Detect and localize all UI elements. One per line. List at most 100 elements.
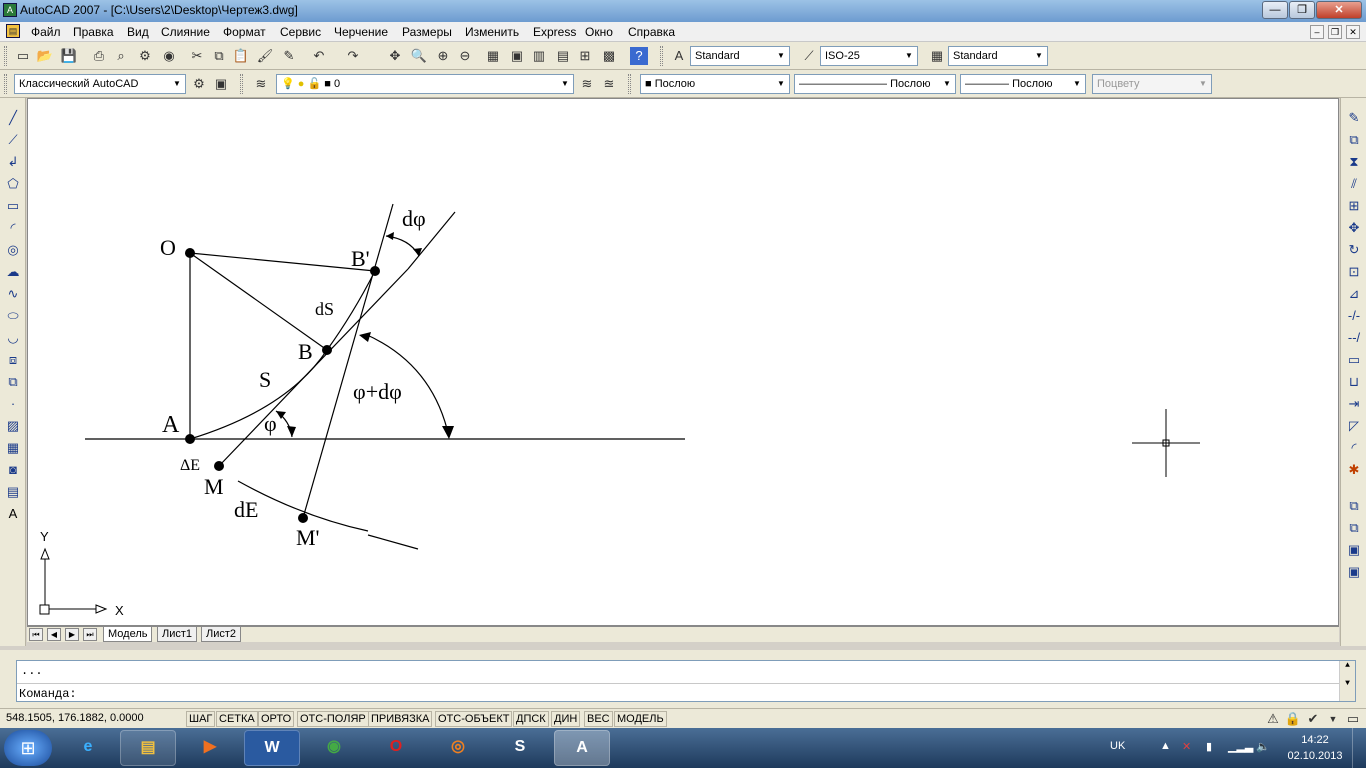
break-icon[interactable]: ⊔ xyxy=(1344,372,1364,392)
restore-button[interactable]: ❐ xyxy=(1289,1,1315,19)
last-tab-icon[interactable]: ⏭ xyxy=(83,628,97,641)
make-current-layer-icon[interactable]: ≋ xyxy=(578,75,596,93)
draworder-above-icon[interactable]: ▣ xyxy=(1344,540,1364,560)
redo-icon[interactable]: ↷ xyxy=(344,47,362,65)
volume-icon[interactable]: 🔈 xyxy=(1256,740,1270,753)
rectangle-icon[interactable]: ▭ xyxy=(3,196,23,216)
close-button[interactable]: ✕ xyxy=(1316,1,1362,19)
show-desktop-button[interactable] xyxy=(1352,728,1366,768)
media-taskbar-icon[interactable]: ▶ xyxy=(182,730,238,766)
match-properties-icon[interactable]: 🖌 xyxy=(256,47,274,65)
design-center-icon[interactable]: ▣ xyxy=(508,47,526,65)
point-icon[interactable]: · xyxy=(3,394,23,414)
chrome-taskbar-icon[interactable]: ◉ xyxy=(306,730,362,766)
doc-close-button[interactable]: ✕ xyxy=(1346,25,1360,39)
mirror-icon[interactable]: ⧗ xyxy=(1344,152,1364,172)
firefox-taskbar-icon[interactable]: ◎ xyxy=(430,730,486,766)
rotate-icon[interactable]: ↻ xyxy=(1344,240,1364,260)
tab-model[interactable]: Модель xyxy=(103,627,153,642)
multiline-text-icon[interactable]: A xyxy=(3,504,23,524)
layer-select[interactable]: 💡 ● 🔓 ■ 0 ▼ xyxy=(276,74,574,94)
osnap-toggle[interactable]: ПРИВЯЗКА xyxy=(368,711,433,727)
color-select[interactable]: ■ Послою ▼ xyxy=(640,74,790,94)
polygon-icon[interactable]: ⬠ xyxy=(3,174,23,194)
hatch-icon[interactable]: ▨ xyxy=(3,416,23,436)
explorer-taskbar-icon[interactable]: ▤ xyxy=(120,730,176,766)
move-icon[interactable]: ✥ xyxy=(1344,218,1364,238)
first-tab-icon[interactable]: ⏮ xyxy=(29,628,43,641)
layer-previous-icon[interactable]: ≊ xyxy=(600,75,618,93)
zoom-previous-icon[interactable]: ⊖ xyxy=(456,47,474,65)
explode-icon[interactable]: ✱ xyxy=(1344,460,1364,480)
cut-icon[interactable]: ✂ xyxy=(188,47,206,65)
network-icon[interactable]: ✕ xyxy=(1182,740,1191,753)
sheet-set-icon[interactable]: ▤ xyxy=(554,47,572,65)
revision-cloud-icon[interactable]: ☁ xyxy=(3,262,23,282)
draworder-back-icon[interactable]: ⧉ xyxy=(1344,518,1364,538)
model-toggle[interactable]: МОДЕЛЬ xyxy=(614,711,667,727)
comm-center-icon[interactable]: ⚠ xyxy=(1264,710,1282,728)
copy-icon[interactable]: ⧉ xyxy=(210,47,228,65)
region-icon[interactable]: ◙ xyxy=(3,460,23,480)
workspace-settings-icon[interactable]: ⚙ xyxy=(190,75,208,93)
ellipse-arc-icon[interactable]: ◡ xyxy=(3,328,23,348)
gradient-icon[interactable]: ▦ xyxy=(3,438,23,458)
clock-date[interactable]: 02.10.2013 xyxy=(1284,750,1346,762)
lock-icon[interactable]: 🔒 xyxy=(1284,710,1302,728)
battery-icon[interactable]: ▮ xyxy=(1206,740,1212,753)
skype-taskbar-icon[interactable]: S xyxy=(492,730,548,766)
text-style-select[interactable]: Standard ▼ xyxy=(690,46,790,66)
autocad-taskbar-icon[interactable]: A xyxy=(554,730,610,766)
workspace-save-icon[interactable]: ▣ xyxy=(212,75,230,93)
menu-modify[interactable]: Изменить xyxy=(465,25,519,39)
status-tray-icon[interactable]: ✔ xyxy=(1304,710,1322,728)
toolbar-grip[interactable] xyxy=(4,74,7,94)
new-icon[interactable]: ▭ xyxy=(14,47,32,65)
polyline-icon[interactable]: ↲ xyxy=(3,152,23,172)
command-scrollbar[interactable]: ▲ ▼ xyxy=(1339,661,1355,701)
layer-manager-icon[interactable]: ≋ xyxy=(252,75,270,93)
circle-icon[interactable]: ◎ xyxy=(3,240,23,260)
array-icon[interactable]: ⊞ xyxy=(1344,196,1364,216)
ie-taskbar-icon[interactable]: e xyxy=(60,730,116,766)
opera-taskbar-icon[interactable]: O xyxy=(368,730,424,766)
zoom-window-icon[interactable]: ⊕ xyxy=(434,47,452,65)
minimize-button[interactable]: — xyxy=(1262,1,1288,19)
menu-format[interactable]: Формат xyxy=(223,25,266,39)
menu-express[interactable]: Express xyxy=(533,25,576,39)
word-taskbar-icon[interactable]: W xyxy=(244,730,300,766)
tool-palettes-icon[interactable]: ▥ xyxy=(530,47,548,65)
zoom-realtime-icon[interactable]: 🔍 xyxy=(410,47,428,65)
dim-style-select[interactable]: ISO-25 ▼ xyxy=(820,46,918,66)
menu-merge[interactable]: Слияние xyxy=(161,25,210,39)
markup-icon[interactable]: ⊞ xyxy=(576,47,594,65)
drawing-canvas[interactable]: O B' dφ dS B S φ+dφ φ A ΔE M dE M' Y X xyxy=(27,98,1339,626)
menu-window[interactable]: Окно xyxy=(585,25,613,39)
save-icon[interactable]: 💾 xyxy=(60,47,78,65)
offset-icon[interactable]: ⫽ xyxy=(1344,174,1364,194)
calculator-icon[interactable]: ▩ xyxy=(600,47,618,65)
next-tab-icon[interactable]: ▶ xyxy=(65,628,79,641)
grid-toggle[interactable]: СЕТКА xyxy=(216,711,258,727)
insert-block-icon[interactable]: ⧈ xyxy=(3,350,23,370)
draworder-front-icon[interactable]: ⧉ xyxy=(1344,496,1364,516)
properties-icon[interactable]: ▦ xyxy=(484,47,502,65)
line-icon[interactable]: ╱ xyxy=(3,108,23,128)
command-window[interactable]: ... Команда: ▲ ▼ xyxy=(16,660,1356,702)
extend-icon[interactable]: --/ xyxy=(1344,328,1364,348)
lwt-toggle[interactable]: ВЕС xyxy=(584,711,613,727)
dim-style-icon[interactable]: ⟋ xyxy=(800,47,818,65)
copy-object-icon[interactable]: ⧉ xyxy=(1344,130,1364,150)
preview-icon[interactable]: ⌕ xyxy=(112,47,130,65)
polar-toggle[interactable]: ОТС-ПОЛЯР xyxy=(297,711,369,727)
erase-icon[interactable]: ✎ xyxy=(1344,108,1364,128)
ellipse-icon[interactable]: ⬭ xyxy=(3,306,23,326)
menu-file[interactable]: Файл xyxy=(31,25,61,39)
chamfer-icon[interactable]: ◸ xyxy=(1344,416,1364,436)
menu-draw[interactable]: Черчение xyxy=(334,25,388,39)
document-icon[interactable]: ▤ xyxy=(6,24,20,38)
construction-line-icon[interactable]: ⟋ xyxy=(3,130,23,150)
dyn-toggle[interactable]: ДИН xyxy=(551,711,581,727)
ducs-toggle[interactable]: ДПСК xyxy=(513,711,549,727)
doc-minimize-button[interactable]: – xyxy=(1310,25,1324,39)
